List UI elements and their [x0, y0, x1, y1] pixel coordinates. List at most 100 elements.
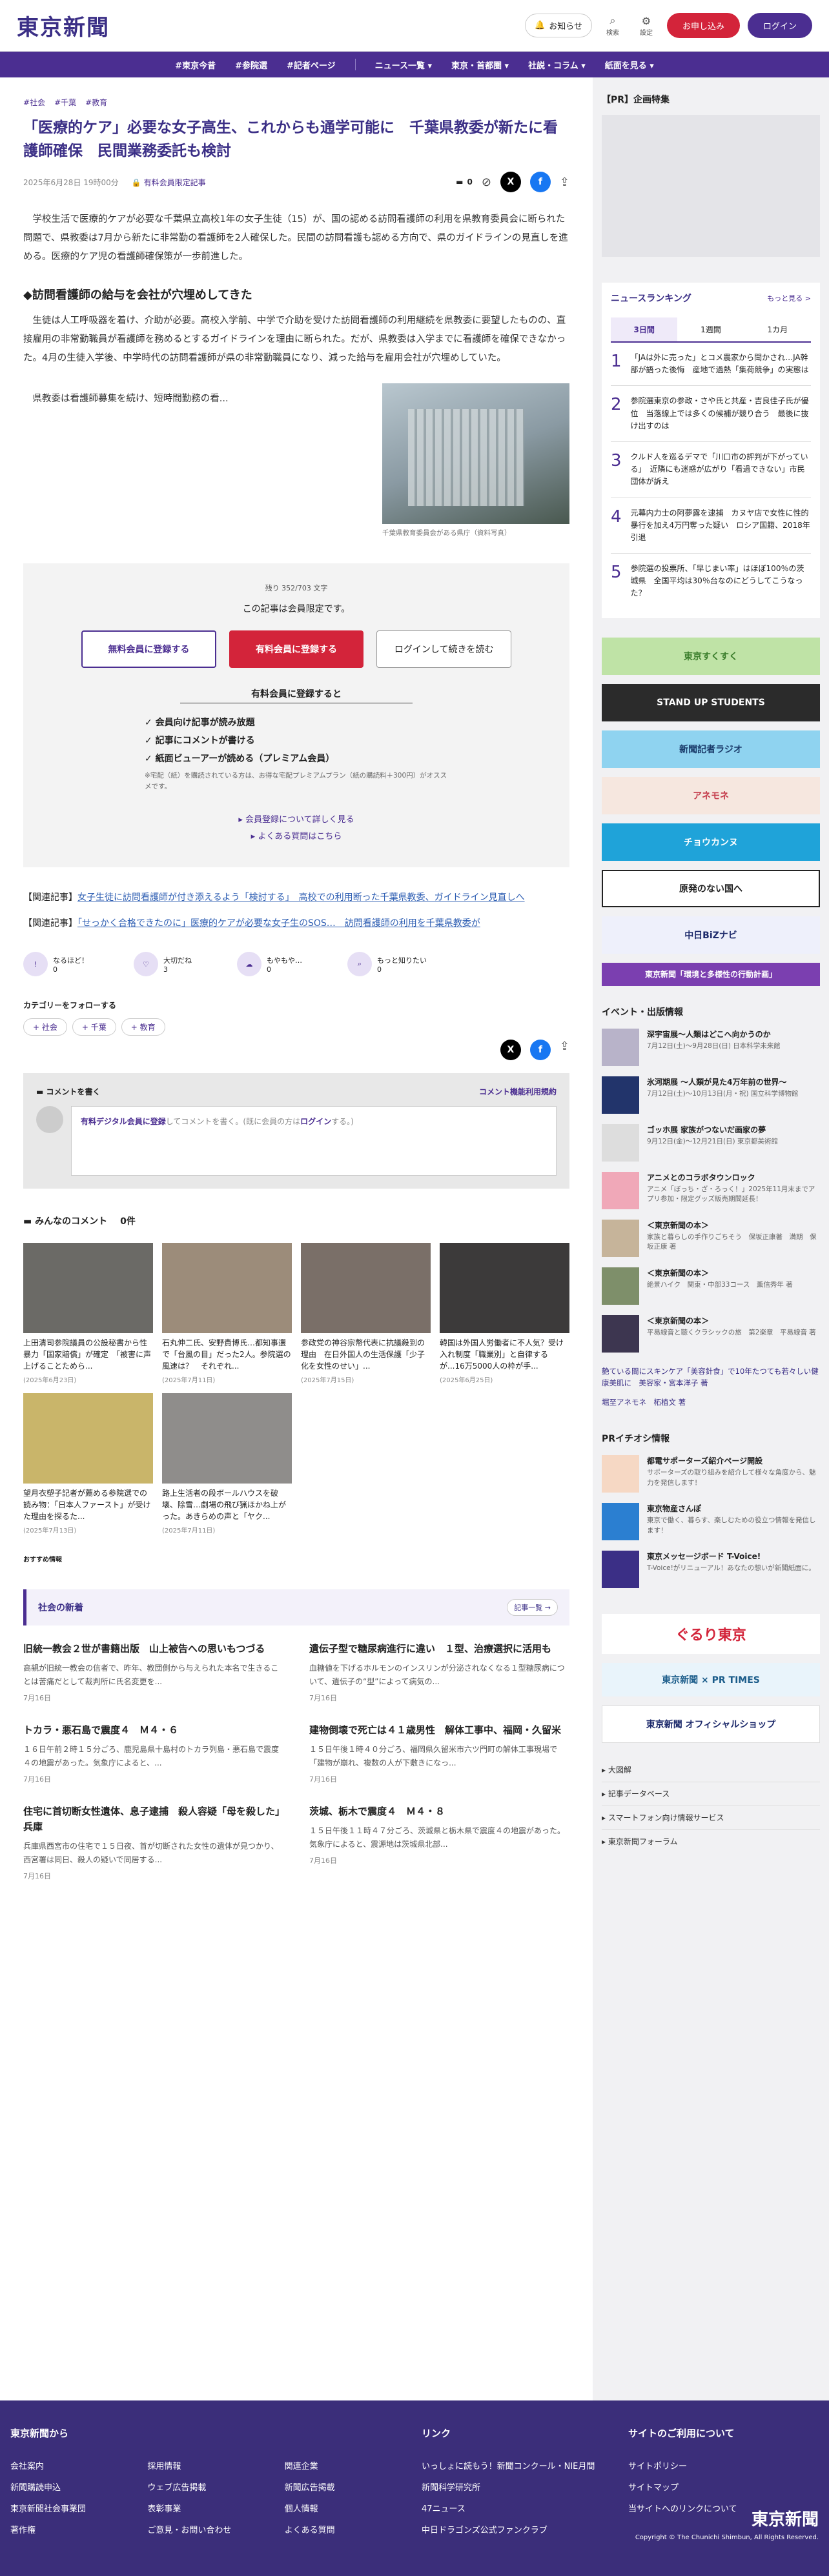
footer-link[interactable]: 47ニュース [422, 2502, 628, 2514]
ranking-item[interactable]: 3 クルド人を巡るデマで「川口市の評判が下がっている」 近隣にも迷惑が広がり「看過… [611, 442, 811, 498]
banner-prtimes[interactable]: 東京新聞 × PR TIMES [602, 1662, 820, 1696]
event-item[interactable]: ＜東京新聞の本＞ 絶景ハイク 関東・中部33コース 薫信秀年 著 [602, 1267, 820, 1305]
paid-register-button[interactable]: 有料会員に登録する [229, 630, 364, 669]
tab-1month[interactable]: 1カ月 [744, 317, 811, 341]
sidebar-link[interactable]: ▸ 大図解 [602, 1758, 820, 1782]
nav-item[interactable]: #参院選 [235, 59, 267, 71]
banner-gururi[interactable]: ぐるり東京 [602, 1613, 820, 1654]
pr-item[interactable]: 東京メッセージボード T-Voice! T-Voice!がリニューアル！あなたの想… [602, 1550, 820, 1588]
article-photo[interactable] [382, 383, 569, 525]
footer-link[interactable]: 採用情報 [147, 2459, 284, 2471]
recommended-card[interactable]: 韓国は外国人労働者に不人気？受け入れ制度「職業別」と自律するが...16万500… [440, 1243, 569, 1384]
event-item[interactable]: ゴッホ展 家族がつないだ画家の夢 9月12日(金)〜12月21日(日) 東京都美術… [602, 1123, 820, 1162]
article-list-link[interactable]: 記事一覧 → [507, 1599, 558, 1616]
comment-rules-link[interactable]: コメント機能利用規約 [479, 1086, 557, 1097]
news-item[interactable]: 建物倒壊で死亡は４１歳男性 解体工事中、福岡・久留米 １５日午後１時４０分ごろ、福… [309, 1722, 569, 1784]
banner-shop[interactable]: 東京新聞 オフィシャルショップ [602, 1705, 820, 1743]
footer-link[interactable]: サイトマップ [628, 2480, 819, 2493]
footer-link[interactable]: 会社案内 [10, 2459, 147, 2471]
banner-sukusuku[interactable]: 東京すくすく [602, 637, 820, 675]
login-continue-button[interactable]: ログインして続きを読む [376, 630, 511, 669]
news-item[interactable]: トカラ・悪石島で震度４ Ｍ４・６ １６日午前２時１５分ごろ、鹿児島県十島村のトカラ… [23, 1722, 283, 1784]
ranking-item[interactable]: 1 「JAは外に売った」とコメ農家から聞かされ…JA幹部が語った後悔 産地で過熱「… [611, 343, 811, 387]
comment-input[interactable]: 有料デジタル会員に登録してコメントを書く。(既に会員の方はログインする。) [71, 1106, 557, 1176]
event-item[interactable]: 氷河期展 〜人類が見た4万年前の世界〜 7月12日(土)〜10月13日(月・祝) … [602, 1076, 820, 1114]
pr-item[interactable]: 都電サポーターズ紹介ページ開設 サポーターズの取り組みを紹介して様々な角度から、魅… [602, 1454, 820, 1493]
facebook-share-icon[interactable]: f [529, 1040, 551, 1061]
tag-link[interactable]: #社会 [23, 97, 45, 108]
ranking-more-link[interactable]: もっと見る > [767, 293, 811, 303]
banner-genpatsu[interactable]: 原発のない国へ [602, 869, 820, 907]
recommended-card[interactable]: 石丸伸二氏、安野貴博氏…都知事選で「台風の目」だった2人。参院選の風速は？ それ… [162, 1243, 292, 1384]
related-link[interactable]: 「せっかく合格できたのに」医療的ケアが必要な女子生のSOS… 訪問看護師の利用を… [77, 918, 480, 929]
nav-item[interactable]: #記者ページ [287, 59, 336, 71]
share-icon[interactable]: ⇪ [560, 1040, 569, 1060]
footer-link[interactable]: ウェブ広告掲載 [147, 2480, 284, 2493]
ranking-item[interactable]: 2 参院選東京の参政・さや氏と共産・吉良佳子氏が優位 当落線上では多くの候補が競り… [611, 386, 811, 442]
ranking-item[interactable]: 4 元幕内力士の阿夢露を逮捕 カヌヤ店で女性に性的暴行を加え4万円奪った疑い ロシ… [611, 498, 811, 554]
follow-chip[interactable]: + 社会 [23, 1018, 67, 1036]
footer-link[interactable]: 新聞広告掲載 [285, 2480, 422, 2493]
news-item[interactable]: 遺伝子型で糖尿病進行に違い １型、治療選択に活用も 血糖値を下げるホルモンのインス… [309, 1641, 569, 1703]
event-item[interactable]: アニメとのコラボタウンロック アニメ「ぼっち・ざ・ろっく！」2025年11月末まで… [602, 1171, 820, 1209]
facebook-share-icon[interactable]: f [529, 172, 551, 193]
ad-link[interactable]: 艶ている間にスキンケア「美容針食」で10年たつても若々しい健康美肌に 美容家・宮… [602, 1365, 820, 1389]
notice-button[interactable]: 🔔 お知らせ [525, 14, 592, 37]
nav-item[interactable]: 東京・首都圏 ▾ [451, 59, 509, 71]
tag-link[interactable]: #教育 [85, 97, 107, 108]
reaction-naruhodo[interactable]: ! なるほど！ 0 [23, 952, 88, 977]
sidebar-link[interactable]: ▸ 東京新聞フォーラム [602, 1830, 820, 1853]
footer-link[interactable]: 新聞科学研究所 [422, 2480, 628, 2493]
footer-link[interactable]: 新聞購読申込 [10, 2480, 147, 2493]
faq-link[interactable]: ▸ よくある質問はこちら [81, 829, 511, 845]
settings-button[interactable]: ⚙ 設定 [633, 15, 659, 37]
footer-link[interactable]: 表彰事業 [147, 2502, 284, 2514]
event-item[interactable]: ＜東京新聞の本＞ 家族と暮らしの手作りごちそう 保坂正康著 満期 保坂正康 著 [602, 1219, 820, 1257]
login-button[interactable]: ログイン [747, 13, 812, 38]
event-item[interactable]: ＜東京新聞の本＞ 平易線音と聴くクラシックの旅 第2楽章 平易線音 著 [602, 1314, 820, 1353]
footer-link[interactable]: サイトポリシー [628, 2459, 819, 2471]
sidebar-link[interactable]: ▸ スマートフォン向け情報サービス [602, 1806, 820, 1830]
event-item[interactable]: 深宇宙展〜人類はどこへ向かうのか 7月12日(土)〜9月28日(日) 日本科学未来… [602, 1028, 820, 1066]
recommended-card[interactable]: 参政党の神谷宗幣代表に抗議殺到の理由 在日外国人の生活保護「少子化を女性のせい」… [301, 1243, 431, 1384]
member-info-link[interactable]: ▸ 会員登録について詳しく見る [81, 812, 511, 829]
footer-link[interactable]: 東京新聞社会事業団 [10, 2502, 147, 2514]
ad-slot[interactable] [602, 115, 820, 257]
share-icon[interactable]: ⇪ [560, 176, 569, 189]
clip-icon[interactable]: ⊘ [482, 176, 491, 189]
ranking-item[interactable]: 5 参院選の投票所、「早じまい率」はほぼ100％の茨城県 全国平均は30％台なのに… [611, 554, 811, 609]
search-button[interactable]: ⌕ 検索 [600, 14, 626, 37]
recommended-card[interactable]: 望月衣塑子記者が薦める参院選での読み物：「日本人ファースト」が受けた理由を探るた… [23, 1393, 153, 1535]
register-button[interactable]: お申し込み [666, 13, 740, 38]
follow-chip[interactable]: + 千葉 [72, 1018, 116, 1036]
nav-item[interactable]: ニュース一覧 ▾ [375, 59, 432, 71]
reaction-motto[interactable]: ⌕ もっと知りたい 0 [347, 952, 427, 977]
reaction-moyamoya[interactable]: ☁ もやもや… 0 [237, 952, 302, 977]
banner-stand-up[interactable]: STAND UP STUDENTS [602, 683, 820, 721]
recommended-card[interactable]: 路上生活者の段ボールハウスを破壊、除雪…劇場の飛び猟ほかね上がった。あきらめの声… [162, 1393, 292, 1535]
footer-link[interactable]: いっしょに読もう！新聞コンクール・NIE月間 [422, 2459, 628, 2471]
footer-link[interactable]: 関連企業 [285, 2459, 422, 2471]
news-item[interactable]: 住宅に首切断女性遺体、息子逮捕 殺人容疑「母を殺した」兵庫 兵庫県西宮市の住宅で１… [23, 1804, 283, 1881]
footer-link[interactable]: 個人情報 [285, 2502, 422, 2514]
sidebar-link[interactable]: ▸ 記事データベース [602, 1782, 820, 1806]
recommended-card[interactable]: 上田清司参院議員の公設秘書から性暴力「国家賠償」が確定 「被害に声上げることため… [23, 1243, 153, 1384]
footer-link[interactable]: 中日ドラゴンズ公式ファンクラブ [422, 2523, 628, 2535]
banner-radio[interactable]: 新聞記者ラジオ [602, 730, 820, 768]
tab-1week[interactable]: 1週間 [677, 317, 744, 341]
footer-link[interactable]: ご意見・お問い合わせ [147, 2523, 284, 2535]
footer-link[interactable]: よくある質問 [285, 2523, 422, 2535]
x-share-icon[interactable]: X [500, 172, 521, 193]
reaction-taisetsu[interactable]: ♡ 大切だね 3 [134, 952, 192, 977]
news-item[interactable]: 旧統一教会２世が書籍出版 山上被告への思いもつづる 高親が旧統一教会の信者で、昨年… [23, 1641, 283, 1703]
nav-item[interactable]: 紙面を見る ▾ [605, 59, 654, 71]
nav-item[interactable]: 社説・コラム ▾ [528, 59, 586, 71]
ad-link[interactable]: 堀至アネモネ 柘植文 著 [602, 1396, 820, 1408]
tag-link[interactable]: #千葉 [54, 97, 76, 108]
follow-chip[interactable]: + 教育 [121, 1018, 165, 1036]
site-logo[interactable]: 東京新聞 [17, 10, 110, 41]
banner-diversity[interactable]: 東京新聞「環境と多様性の行動計画」 [602, 962, 820, 986]
comment-count[interactable]: ▬ 0 [456, 177, 473, 186]
footer-logo[interactable]: 東京新聞 [635, 2506, 819, 2530]
banner-choukan[interactable]: チョウカンヌ [602, 823, 820, 861]
